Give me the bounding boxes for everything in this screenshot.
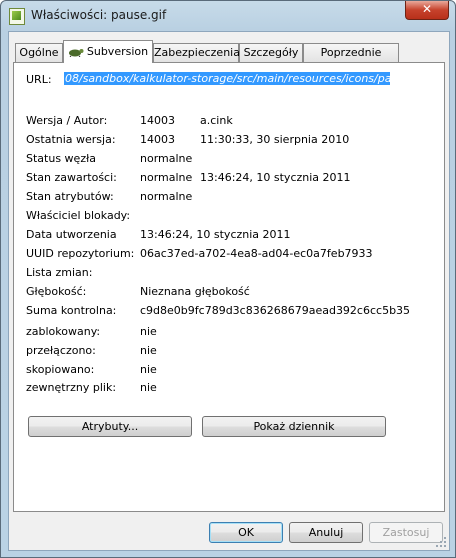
prop-value: nie: [140, 363, 157, 376]
tab-subversion-label: Subversion: [86, 45, 149, 58]
prop-value: 14003: [140, 133, 175, 146]
prop-label: UUID repozytorium:: [26, 247, 135, 260]
prop-value: c9d8e0b9fc789d3c836268679aead392c6cc5b35: [140, 304, 411, 317]
prop-value: normalne: [140, 152, 193, 165]
show-log-button[interactable]: Pokaż dziennik: [202, 416, 386, 437]
apply-button: Zastosuj: [369, 522, 443, 543]
prop-value: 06ac37ed-a702-4ea8-ad04-ec0a7feb7933: [140, 247, 373, 260]
file-properties-icon: [9, 8, 25, 25]
resize-grip-icon[interactable]: [435, 536, 447, 548]
prop-value: normalne: [140, 190, 193, 203]
tab-details-label: Szczegóły: [243, 46, 299, 59]
prop-label: skopiowano:: [26, 363, 95, 376]
prop-value: normalne: [140, 171, 193, 184]
tortoise-svn-icon: [68, 49, 84, 57]
attributes-button[interactable]: Atrybuty...: [28, 416, 192, 437]
prop-value: nie: [140, 381, 157, 394]
prop-value-secondary: 11:30:33, 30 sierpnia 2010: [200, 133, 350, 146]
prop-value: nie: [140, 344, 157, 357]
prop-value: Nieznana głębokość: [140, 285, 250, 298]
prop-value-secondary: 13:46:24, 10 stycznia 2011: [200, 171, 351, 184]
prop-value: nie: [140, 325, 157, 338]
prop-label: Stan atrybutów:: [26, 190, 114, 203]
title-bar[interactable]: Właściwości: pause.gif ✕: [1, 1, 455, 31]
tab-general[interactable]: Ogólne: [15, 43, 63, 62]
ok-button[interactable]: OK: [209, 522, 283, 543]
close-button[interactable]: ✕: [405, 1, 449, 20]
prop-label: Głębokość:: [26, 285, 87, 298]
prop-label: Lista zmian:: [26, 266, 93, 279]
properties-window: Właściwości: pause.gif ✕ Ogólne Subversi…: [0, 0, 456, 558]
prop-label: przełączono:: [26, 344, 96, 357]
subversion-panel: URL: 08/sandbox/kalkulator-storage/src/m…: [13, 62, 445, 512]
prop-label: Wersja / Autor:: [26, 114, 108, 127]
prop-label: zewnętrzny plik:: [26, 381, 117, 394]
dialog-client-area: Ogólne Subversion Zabezpieczenia Szczegó…: [8, 31, 450, 551]
cancel-button[interactable]: Anuluj: [289, 522, 363, 543]
tab-previous-versions[interactable]: Poprzednie wersje: [303, 43, 399, 77]
tab-general-label: Ogólne: [19, 46, 59, 59]
prop-label: Właściciel blokady:: [26, 209, 131, 222]
prop-label: Status węzła: [26, 152, 96, 165]
prop-value: 14003: [140, 114, 175, 127]
window-title: Właściwości: pause.gif: [31, 8, 167, 22]
tab-details[interactable]: Szczegóły: [239, 43, 303, 62]
tab-security-label: Zabezpieczenia: [154, 46, 240, 59]
tab-subversion[interactable]: Subversion: [63, 40, 153, 63]
prop-label: zablokowany:: [26, 325, 101, 338]
prop-value: 13:46:24, 10 stycznia 2011: [140, 228, 291, 241]
prop-value-secondary: a.cink: [200, 114, 233, 127]
tab-security[interactable]: Zabezpieczenia: [153, 43, 240, 62]
url-label: URL:: [26, 73, 52, 86]
prop-label: Suma kontrolna:: [26, 304, 117, 317]
url-field[interactable]: 08/sandbox/kalkulator-storage/src/main/r…: [64, 72, 390, 85]
prop-label: Stan zawartości:: [26, 171, 117, 184]
prop-label: Data utworzenia: [26, 228, 117, 241]
prop-label: Ostatnia wersja:: [26, 133, 116, 146]
